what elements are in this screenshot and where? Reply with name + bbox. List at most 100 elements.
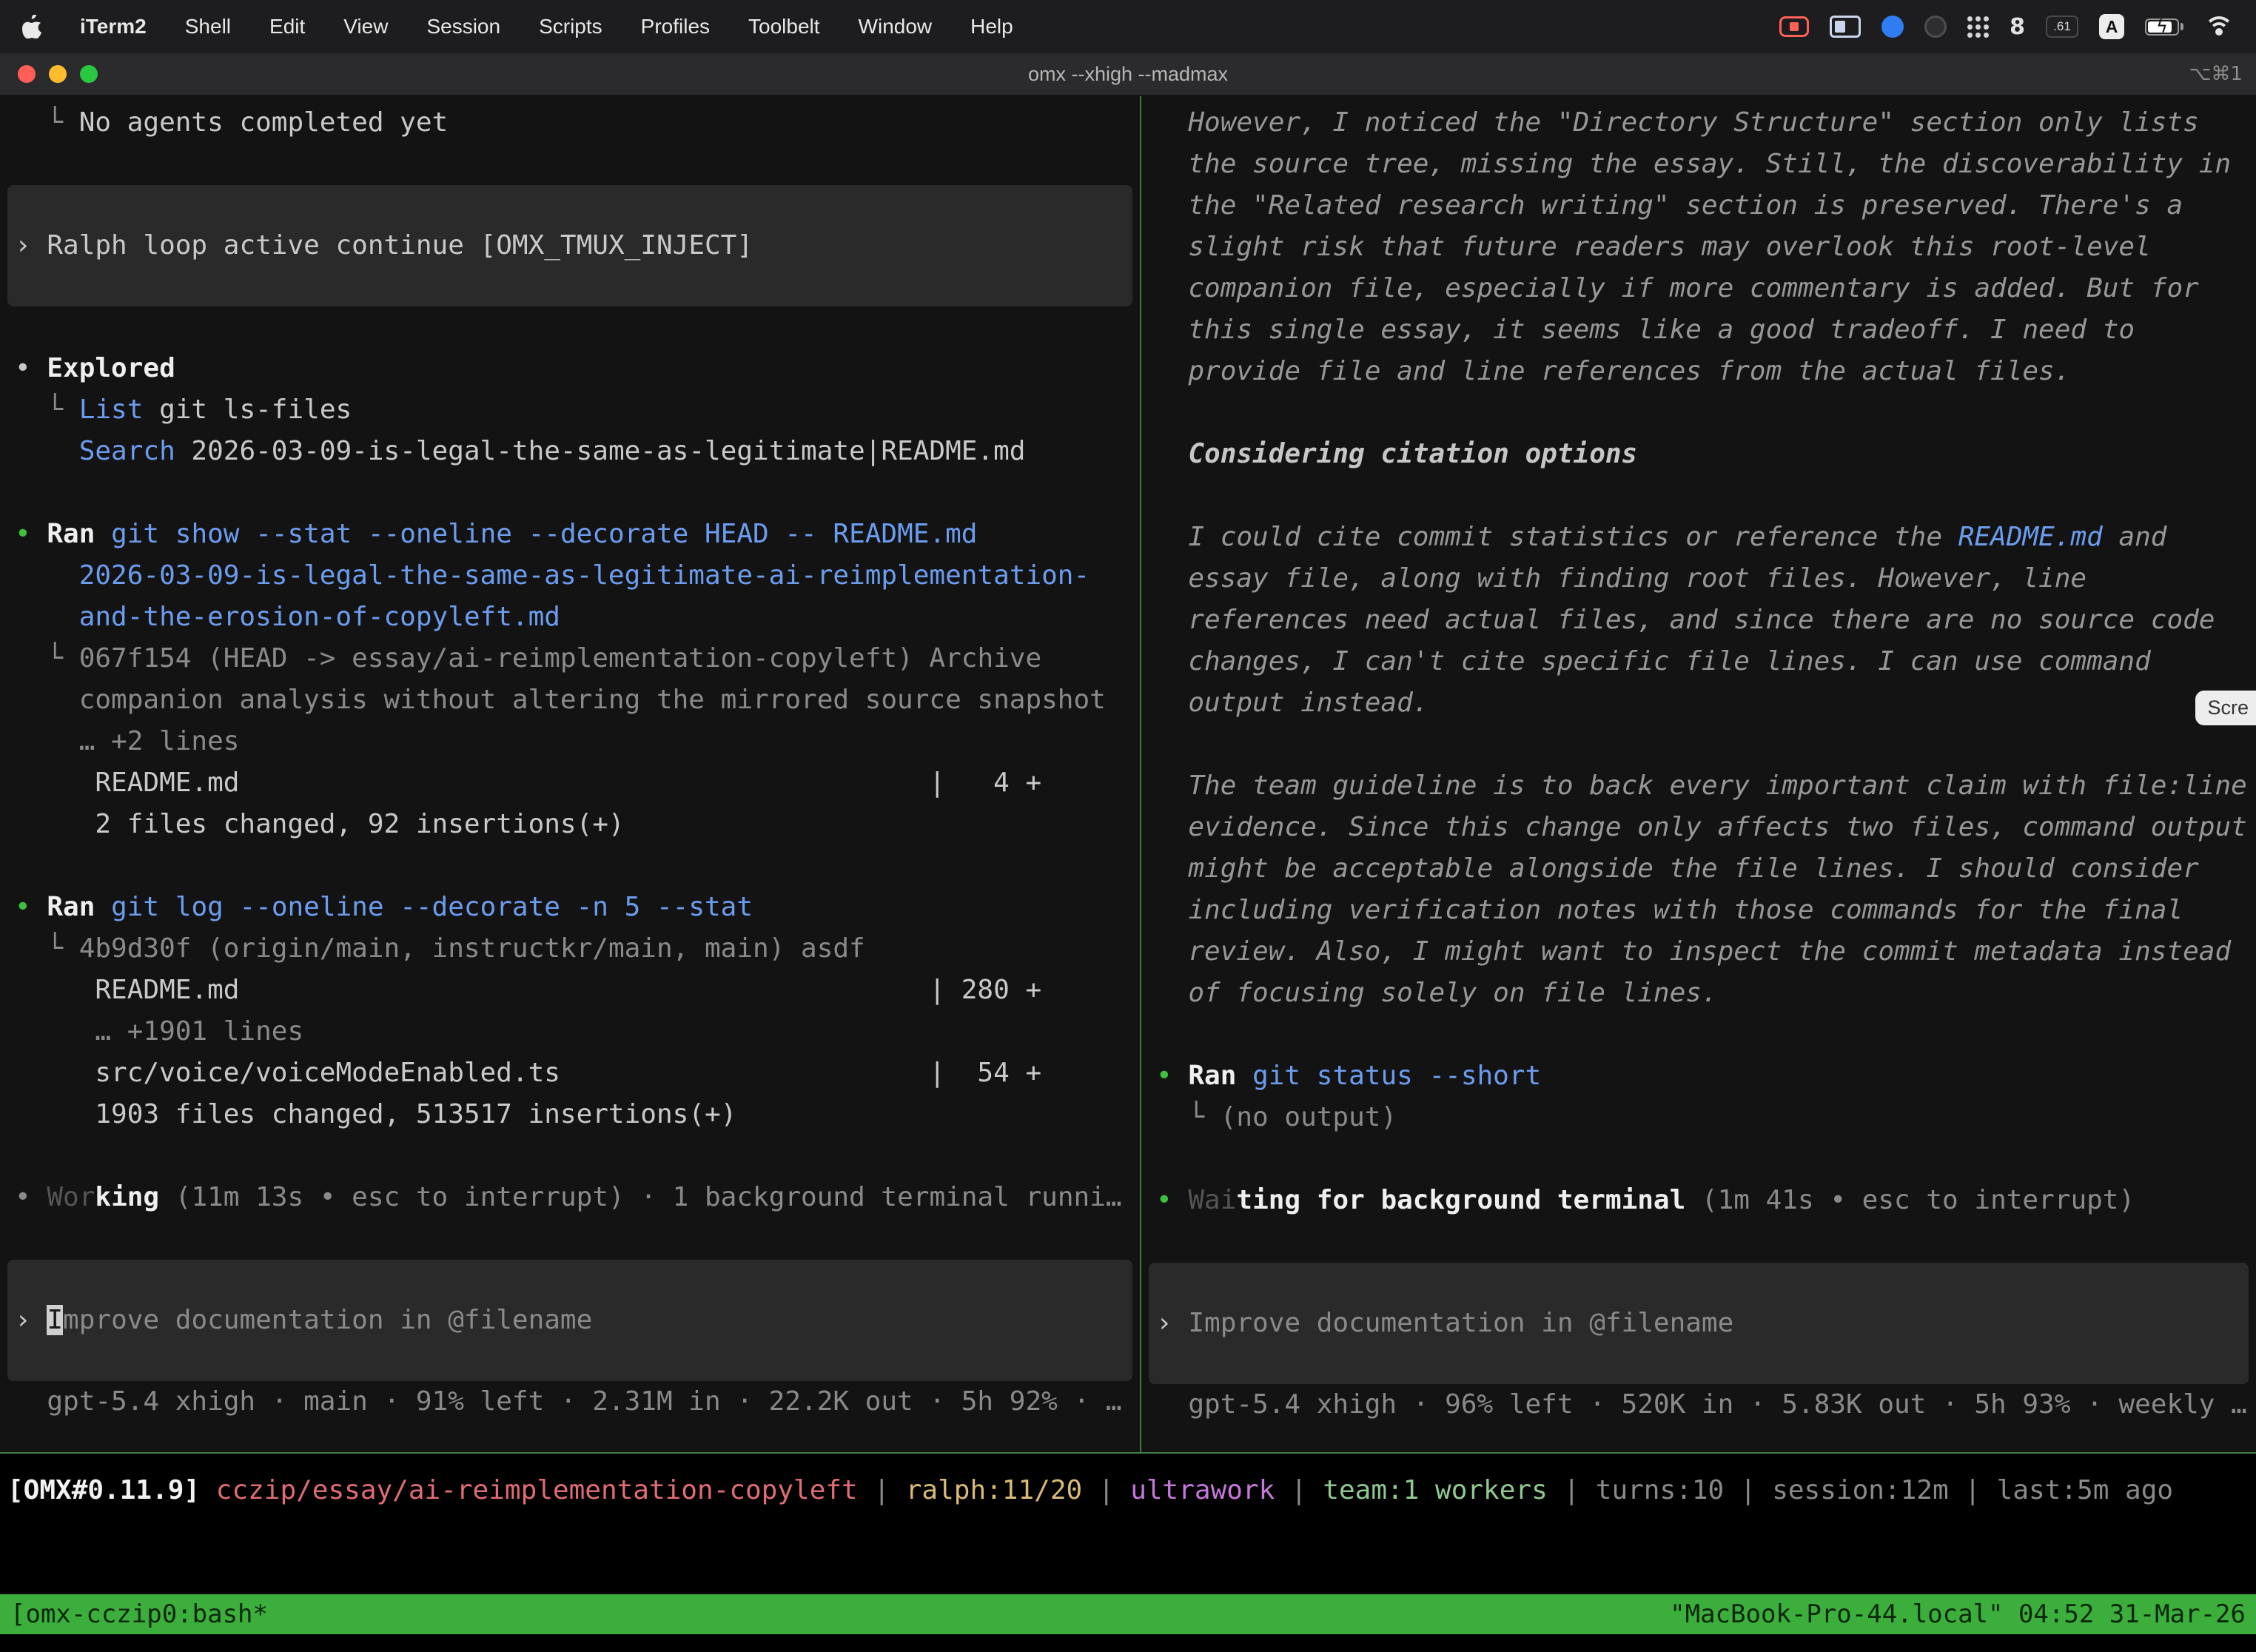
menu-item-session[interactable]: Session [426,15,500,38]
text-segment [95,892,111,922]
text-segment: src/voice/voiceModeEnabled.ts | 54 + [15,1058,1041,1088]
menu-item-profiles[interactable]: Profiles [641,15,710,38]
screen-recording-icon[interactable] [1779,16,1809,37]
window-title-bar: omx --xhigh --madmax ⌥⌘1 [0,53,2256,96]
text-segment: companion file, especially if more comme… [1156,273,2199,303]
terminal-line: • Ran git show --stat --oneline --decora… [0,514,1140,555]
screen-share-tab[interactable]: Scre [2195,691,2256,725]
window-grid-icon[interactable] [1830,16,1861,38]
right-pane[interactable]: However, I noticed the "Directory Struct… [1141,96,2256,1452]
tmux-status-bar: [omx-cczip0:bash* "MacBook-Pro-44.local"… [0,1594,2256,1634]
battery-bolt-icon: ϟ [2146,16,2178,37]
terminal-line: gpt-5.4 xhigh · 96% left · 520K in · 5.8… [1141,1384,2256,1426]
dark-app-icon[interactable] [1924,16,1947,38]
text-segment: Ran [47,892,95,922]
terminal-line: └ 4b9d30f (origin/main, instructkr/main,… [0,928,1140,970]
text-segment: › [15,1305,47,1335]
text-segment: Wor [47,1182,95,1212]
menu-item-toolbelt[interactable]: Toolbelt [748,15,820,38]
blue-app-icon[interactable] [1881,16,1904,38]
text-segment: evidence. Since this change only affects… [1156,812,2247,842]
terminal-line: 2026-03-09-is-legal-the-same-as-legitima… [0,555,1140,597]
menu-items: iTerm2 Shell Edit View Session Scripts Profile… [80,15,1013,38]
text-segment: 2 files changed, 92 insertions(+) [15,809,625,839]
battery-icon[interactable]: ϟ [2145,19,2183,36]
text-segment: and-the-erosion-of-copyleft.md [15,602,560,632]
text-segment: git status --short [1252,1061,1541,1091]
text-segment: including verification notes with those … [1156,895,2183,925]
pane-border [0,1452,2256,1454]
text-segment: └ [1156,1102,1221,1132]
zoom-button[interactable] [80,65,98,83]
window-title: omx --xhigh --madmax [0,63,2256,86]
text-segment: references need actual files, and since … [1156,605,2215,635]
menu-item-edit[interactable]: Edit [269,15,305,38]
text-segment: • [15,1182,47,1212]
text-segment: essay file, along with finding root file… [1156,563,2087,594]
text-segment: (no output) [1221,1102,1397,1132]
menu-item-help[interactable]: Help [970,15,1013,38]
menu-item-scripts[interactable]: Scripts [539,15,602,38]
menu-item-window[interactable]: Window [859,15,933,38]
terminal-line: evidence. Since this change only affects… [1141,807,2256,848]
text-segment: might be acceptable alongside the file l… [1156,853,2199,884]
tmux-session-label: [omx-cczip0:bash* [10,1594,268,1634]
text-segment: turns:10 [1596,1475,1724,1505]
text-segment: gpt-5.4 xhigh · main · 91% left · 2.31M … [15,1386,1122,1417]
terminal-line: README.md | 4 + [0,762,1140,804]
text-segment: [OMX#0.11.9] [7,1475,216,1505]
text-segment [15,436,79,466]
text-segment: Wai [1188,1185,1236,1215]
terminal-line: › Ralph loop active continue [OMX_TMUX_I… [7,225,1132,266]
text-cursor: I [47,1305,63,1335]
text-segment: | [1949,1475,1997,1505]
terminal-line: 2 files changed, 92 insertions(+) [0,804,1140,845]
text-segment: README.md | 4 + [15,768,1041,798]
menu-item-view[interactable]: View [343,15,388,38]
terminal-line: › Improve documentation in @filename [7,1300,1132,1341]
text-segment: • [15,519,47,549]
terminal-line [0,144,1140,185]
battery-body: ϟ [2145,19,2179,36]
text-segment: companion analysis without altering the … [15,685,1106,715]
prompt-input-box[interactable]: › Improve documentation in @filename [7,1260,1132,1381]
window-shortcut: ⌥⌘1 [2189,63,2256,85]
text-segment: the "Related research writing" section i… [1156,190,2183,221]
terminal-line [0,845,1140,887]
minimize-button[interactable] [49,65,67,83]
badge-61-icon[interactable]: .61 [2046,16,2078,38]
left-pane[interactable]: └ No agents completed yet› Ralph loop ac… [0,96,1140,1452]
input-source-icon[interactable]: A [2099,14,2124,39]
text-segment: git ls-files [143,394,352,425]
terminal-line [1141,475,2256,517]
text-segment: • [1156,1061,1188,1091]
terminal-line: › Improve documentation in @filename [1149,1303,2249,1344]
terminal-line: • Ran git status --short [1141,1055,2256,1097]
text-segment [95,519,111,549]
menu-item-iterm2[interactable]: iTerm2 [80,15,147,38]
text-segment: team:1 workers [1323,1475,1547,1505]
text-segment: README.md | 280 + [15,975,1041,1005]
text-segment: git show --stat --oneline --decorate HEA… [111,519,977,549]
app-grid-dots-icon[interactable] [1967,16,1989,38]
figure-eight-icon[interactable]: 8 [2010,14,2025,40]
terminal-line: gpt-5.4 xhigh · main · 91% left · 2.31M … [0,1381,1140,1423]
wifi-icon[interactable] [2204,16,2234,37]
text-segment: └ [15,643,79,674]
text-segment: However, I noticed the "Directory Struct… [1156,107,2199,138]
text-segment [1236,1061,1252,1091]
terminal-line: src/voice/voiceModeEnabled.ts | 54 + [0,1052,1140,1094]
close-button[interactable] [18,65,36,83]
terminal-line: • Explored [0,348,1140,389]
prompt-input-box[interactable]: › Improve documentation in @filename [1149,1263,2249,1384]
apple-menu-icon[interactable] [22,15,41,38]
text-segment: • [15,892,47,922]
menu-item-shell[interactable]: Shell [185,15,231,38]
text-segment: (11m 13s • esc to interrupt) · 1 backgro… [159,1182,1121,1212]
terminal-line: … +2 lines [0,721,1140,762]
text-segment: ralph:11/20 [906,1475,1082,1505]
traffic-lights [0,65,98,83]
text-segment: output instead. [1156,688,1429,718]
terminal-line: and-the-erosion-of-copyleft.md [0,597,1140,638]
terminal-line: slight risk that future readers may over… [1141,226,2256,268]
